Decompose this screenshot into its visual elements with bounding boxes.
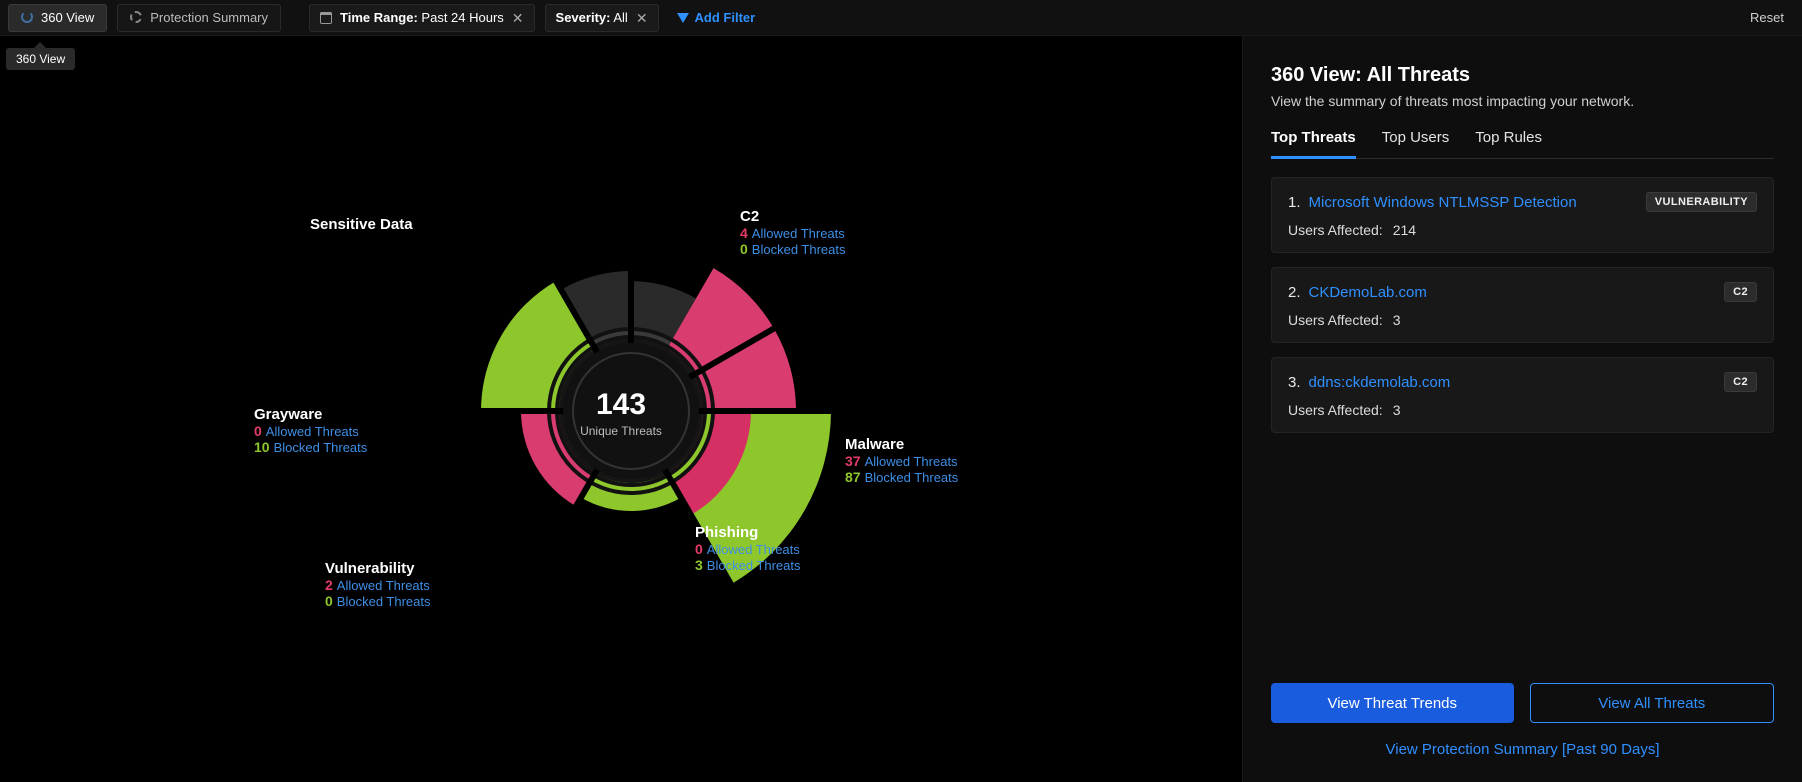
- view-all-threats-button[interactable]: View All Threats: [1530, 683, 1775, 723]
- tab-360-view[interactable]: 360 View: [8, 4, 107, 32]
- close-icon[interactable]: ✕: [512, 11, 524, 25]
- app-root: 360 View Protection Summary Time Range: …: [0, 0, 1802, 782]
- blocked-label: Blocked Threats: [337, 594, 431, 609]
- blocked-count: 0: [740, 241, 748, 257]
- blocked-label: Blocked Threats: [274, 440, 368, 455]
- allowed-label: Allowed Threats: [337, 578, 430, 593]
- add-filter-label: Add Filter: [695, 10, 756, 25]
- cat-vulnerability[interactable]: Vulnerability 2 Allowed Threats 0 Blocked …: [325, 560, 431, 609]
- cat-grayware[interactable]: Grayware 0 Allowed Threats 10 Blocked Thre…: [254, 406, 367, 455]
- cat-title: Phishing: [695, 524, 801, 541]
- threat-name-link[interactable]: CKDemoLab.com: [1309, 284, 1427, 301]
- allowed-label: Allowed Threats: [865, 454, 958, 469]
- filter-value: All: [613, 10, 627, 25]
- filter-time-range[interactable]: Time Range: Past 24 Hours ✕: [309, 4, 535, 32]
- threat-card[interactable]: 3. ddns:ckdemolab.com C2 Users Affected:…: [1271, 357, 1774, 433]
- users-affected-value: 3: [1393, 312, 1401, 328]
- panel-title: 360 View: All Threats: [1271, 64, 1774, 87]
- users-affected-value: 214: [1393, 222, 1416, 238]
- users-affected-label: Users Affected:: [1288, 402, 1383, 418]
- calendar-icon: [320, 12, 332, 24]
- filter-value: Past 24 Hours: [421, 10, 503, 25]
- cat-title: Vulnerability: [325, 560, 431, 577]
- ring-icon: [21, 11, 35, 25]
- view-protection-summary-link[interactable]: View Protection Summary [Past 90 Days]: [1271, 741, 1774, 758]
- top-toolbar: 360 View Protection Summary Time Range: …: [0, 0, 1802, 36]
- cat-sensitive-data[interactable]: Sensitive Data: [310, 216, 413, 233]
- filter-severity[interactable]: Severity: All ✕: [545, 4, 659, 32]
- threat-name-link[interactable]: ddns:ckdemolab.com: [1309, 374, 1451, 391]
- threat-card[interactable]: 1. Microsoft Windows NTLMSSP Detection V…: [1271, 177, 1774, 253]
- users-affected-label: Users Affected:: [1288, 222, 1383, 238]
- blocked-label: Blocked Threats: [865, 470, 959, 485]
- cat-title: C2: [740, 208, 846, 225]
- threat-badge: C2: [1724, 372, 1757, 392]
- tab-label: 360 View: [41, 10, 94, 25]
- close-icon[interactable]: ✕: [636, 11, 648, 25]
- body: 143 Unique Threats Sensitive Data C2 4 Al…: [0, 36, 1802, 782]
- allowed-label: Allowed Threats: [752, 226, 845, 241]
- users-affected-value: 3: [1393, 402, 1401, 418]
- filter-prefix: Severity:: [556, 10, 611, 25]
- blocked-count: 10: [254, 439, 270, 455]
- panel-actions: View Threat Trends View All Threats: [1271, 683, 1774, 723]
- threat-badge: C2: [1724, 282, 1757, 302]
- threat-badge: VULNERABILITY: [1646, 192, 1757, 212]
- allowed-label: Allowed Threats: [266, 424, 359, 439]
- allowed-count: 0: [695, 541, 703, 557]
- cat-malware[interactable]: Malware 37 Allowed Threats 87 Blocked Thre…: [845, 436, 958, 485]
- tab-label: Protection Summary: [150, 10, 268, 25]
- cat-c2[interactable]: C2 4 Allowed Threats 0 Blocked Threats: [740, 208, 846, 257]
- cat-title: Grayware: [254, 406, 367, 423]
- funnel-icon: [677, 13, 689, 23]
- users-affected-label: Users Affected:: [1288, 312, 1383, 328]
- cat-title: Malware: [845, 436, 958, 453]
- allowed-count: 4: [740, 225, 748, 241]
- panel-subtitle: View the summary of threats most impacti…: [1271, 93, 1774, 109]
- threat-index: 3.: [1288, 374, 1301, 391]
- tab-top-users[interactable]: Top Users: [1382, 129, 1450, 158]
- allowed-count: 2: [325, 577, 333, 593]
- view-threat-trends-button[interactable]: View Threat Trends: [1271, 683, 1514, 723]
- blocked-count: 0: [325, 593, 333, 609]
- chart-center-label: Unique Threats: [0, 424, 1242, 438]
- allowed-count: 37: [845, 453, 861, 469]
- allowed-count: 0: [254, 423, 262, 439]
- panel-tabs: Top Threats Top Users Top Rules: [1271, 129, 1774, 159]
- chart-wrap: 143 Unique Threats Sensitive Data C2 4 Al…: [0, 36, 1242, 782]
- chart-center-value: 143: [0, 388, 1242, 422]
- tab-top-threats[interactable]: Top Threats: [1271, 129, 1356, 159]
- threat-card[interactable]: 2. CKDemoLab.com C2 Users Affected: 3: [1271, 267, 1774, 343]
- filter-prefix: Time Range:: [340, 10, 418, 25]
- side-panel: 360 View: All Threats View the summary o…: [1242, 36, 1802, 782]
- chart-panel: 143 Unique Threats Sensitive Data C2 4 Al…: [0, 36, 1242, 782]
- cat-phishing[interactable]: Phishing 0 Allowed Threats 3 Blocked Threa…: [695, 524, 801, 573]
- allowed-label: Allowed Threats: [707, 542, 800, 557]
- threat-index: 1.: [1288, 194, 1301, 211]
- threat-name-link[interactable]: Microsoft Windows NTLMSSP Detection: [1309, 194, 1577, 211]
- cat-title: Sensitive Data: [310, 216, 413, 233]
- tab-protection-summary[interactable]: Protection Summary: [117, 4, 281, 32]
- blocked-label: Blocked Threats: [707, 558, 801, 573]
- blocked-count: 3: [695, 557, 703, 573]
- tab-top-rules[interactable]: Top Rules: [1475, 129, 1542, 158]
- threat-index: 2.: [1288, 284, 1301, 301]
- blocked-label: Blocked Threats: [752, 242, 846, 257]
- add-filter-button[interactable]: Add Filter: [669, 4, 764, 32]
- reset-link[interactable]: Reset: [1750, 10, 1794, 25]
- blocked-count: 87: [845, 469, 861, 485]
- dashed-ring-icon: [130, 11, 144, 25]
